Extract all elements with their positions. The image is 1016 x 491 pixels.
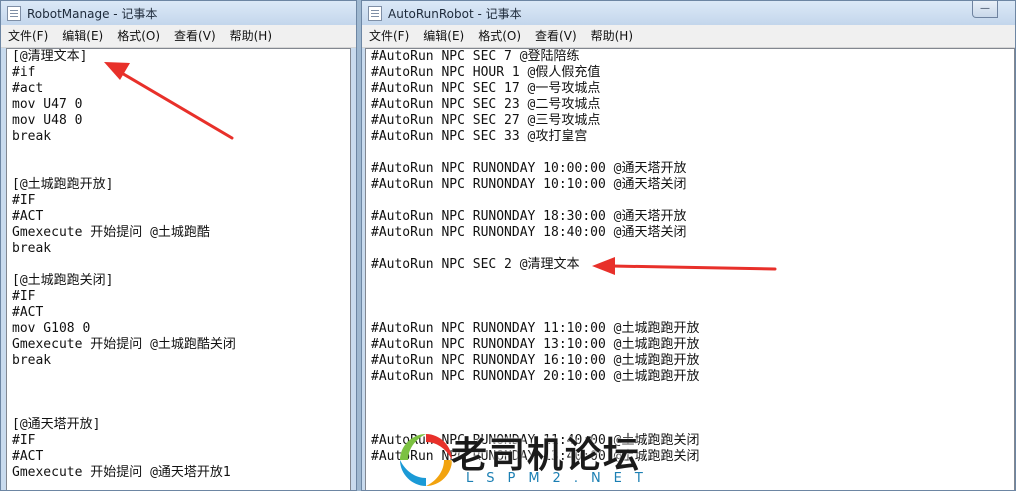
text-line: #AutoRun NPC RUNONDAY 20:10:00 @土城跑跑开放 <box>371 369 700 384</box>
text-line: #AutoRun NPC RUNONDAY 11:10:00 @土城跑跑开放 <box>371 321 700 336</box>
text-line: Gmexecute 开始提问 @土城跑酷 <box>12 225 210 240</box>
text-line <box>7 385 350 401</box>
text-line: [@土城跑跑开放] <box>12 177 114 192</box>
text-line: mov U47 0 <box>12 97 83 112</box>
menu-help[interactable]: 帮助(H) <box>584 25 640 47</box>
text-line: break <box>12 129 52 144</box>
menu-bar: 文件(F) 编辑(E) 格式(O) 查看(V) 帮助(H) <box>1 25 356 48</box>
menu-view[interactable]: 查看(V) <box>528 25 584 47</box>
text-line: #AutoRun NPC RUNONDAY 10:10:00 @通天塔关闭 <box>371 177 687 192</box>
menu-bar: 文件(F) 编辑(E) 格式(O) 查看(V) 帮助(H) <box>362 25 1015 48</box>
notepad-icon <box>7 5 21 21</box>
text-line: #if <box>12 65 36 80</box>
text-line <box>366 145 1014 161</box>
watermark-domain: LSPM2.NET <box>466 471 656 486</box>
text-line: #AutoRun NPC RUNONDAY 13:10:00 @土城跑跑开放 <box>371 337 700 352</box>
text-line: Gmexecute 开始提问 @通天塔开放1 <box>12 465 231 480</box>
text-line: #IF <box>12 193 36 208</box>
text-line: #AutoRun NPC SEC 27 @三号攻城点 <box>371 113 601 128</box>
text-line: [@通天塔开放] <box>12 417 101 432</box>
text-line <box>366 273 1014 289</box>
text-line: mov U48 0 <box>12 113 83 128</box>
menu-format[interactable]: 格式(O) <box>110 25 167 47</box>
text-line: #AutoRun NPC SEC 7 @登陆陪练 <box>371 49 580 64</box>
minimize-button[interactable]: — <box>972 1 998 18</box>
text-line <box>366 401 1014 417</box>
notepad-window-robotmanage: RobotManage - 记事本 文件(F) 编辑(E) 格式(O) 查看(V… <box>0 0 357 491</box>
menu-edit[interactable]: 编辑(E) <box>55 25 110 47</box>
text-line: #AutoRun NPC HOUR 1 @假人假充值 <box>371 65 601 80</box>
text-line <box>7 369 350 385</box>
text-line <box>366 305 1014 321</box>
menu-file[interactable]: 文件(F) <box>362 25 416 47</box>
text-line <box>7 401 350 417</box>
text-line: break <box>12 353 52 368</box>
text-line: #AutoRun NPC RUNONDAY 18:30:00 @通天塔开放 <box>371 209 687 224</box>
text-line: #AutoRun NPC RUNONDAY 10:00:00 @通天塔开放 <box>371 161 687 176</box>
menu-file[interactable]: 文件(F) <box>1 25 55 47</box>
text-line: #AutoRun NPC SEC 23 @二号攻城点 <box>371 97 601 112</box>
text-line <box>7 257 350 273</box>
text-line: #AutoRun NPC RUNONDAY 18:40:00 @通天塔关闭 <box>371 225 687 240</box>
text-line: #IF <box>12 433 36 448</box>
window-title: RobotManage - 记事本 <box>27 6 158 21</box>
notepad-icon <box>368 5 382 21</box>
text-line <box>366 385 1014 401</box>
text-line: #ACT <box>12 305 44 320</box>
text-line: #act <box>12 81 44 96</box>
window-title: AutoRunRobot - 记事本 <box>388 6 522 21</box>
text-line: #IF <box>12 289 36 304</box>
text-line <box>7 161 350 177</box>
text-line: Gmexecute 开始提问 @土城跑酷关闭 <box>12 337 236 352</box>
text-line: #AutoRun NPC SEC 33 @攻打皇宫 <box>371 129 588 144</box>
text-line <box>7 145 350 161</box>
notepad-window-autorunrobot: AutoRunRobot - 记事本 — 文件(F) 编辑(E) 格式(O) 查… <box>361 0 1016 491</box>
text-editor-area[interactable]: [@清理文本] #if #act mov U47 0 mov U48 0 break [@土… <box>6 48 351 490</box>
text-line: mov G108 0 <box>12 321 91 336</box>
text-line <box>366 289 1014 305</box>
text-line: #AutoRun NPC SEC 2 @清理文本 <box>371 257 580 272</box>
text-line: [@土城跑跑关闭] <box>12 273 114 288</box>
text-line: #ACT <box>12 209 44 224</box>
text-line <box>366 241 1014 257</box>
text-line: #AutoRun NPC SEC 17 @一号攻城点 <box>371 81 601 96</box>
title-bar[interactable]: AutoRunRobot - 记事本 <box>362 1 1015 25</box>
title-bar[interactable]: RobotManage - 记事本 <box>1 1 356 25</box>
text-line: [@清理文本] <box>12 49 88 64</box>
text-line: #AutoRun NPC RUNONDAY 16:10:00 @土城跑跑开放 <box>371 353 700 368</box>
forum-logo-icon <box>400 434 452 486</box>
menu-edit[interactable]: 编辑(E) <box>416 25 471 47</box>
watermark: 老司机论坛 LSPM2.NET <box>366 420 656 491</box>
text-line: #ACT <box>12 449 44 464</box>
menu-view[interactable]: 查看(V) <box>167 25 223 47</box>
text-line <box>366 193 1014 209</box>
menu-format[interactable]: 格式(O) <box>471 25 528 47</box>
text-line: break <box>12 241 52 256</box>
menu-help[interactable]: 帮助(H) <box>223 25 279 47</box>
window-controls: — <box>972 1 998 19</box>
